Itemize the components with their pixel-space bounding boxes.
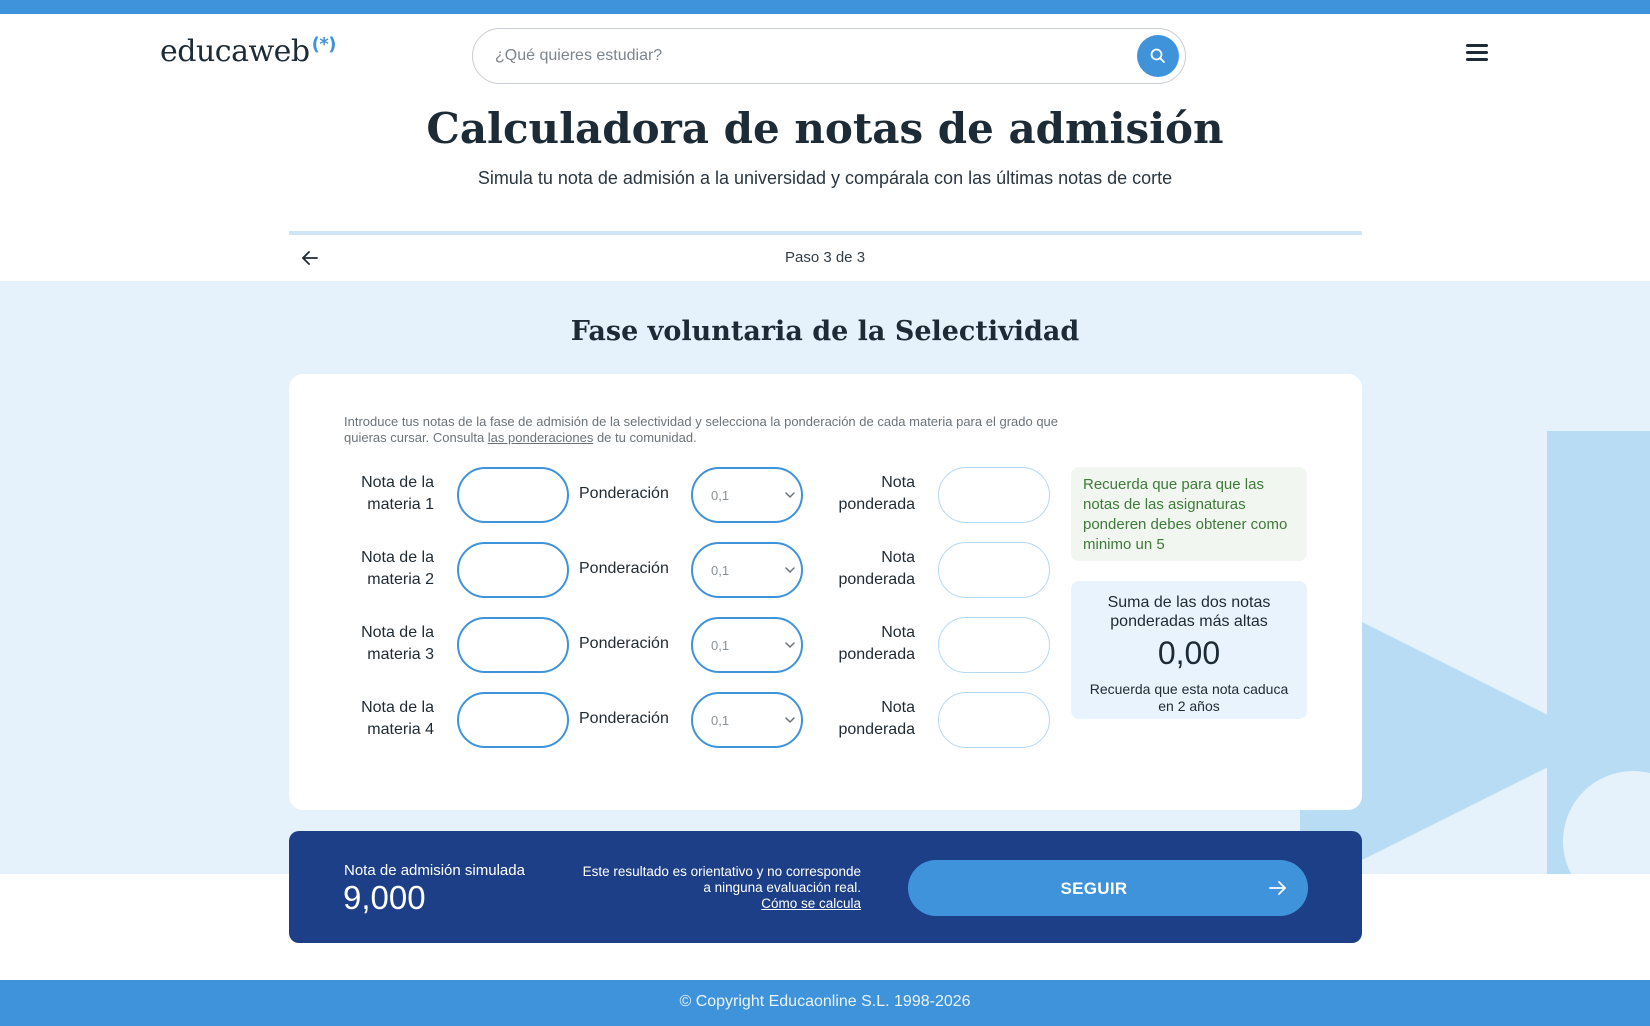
result-label: Nota de admisión simulada [344, 862, 525, 879]
minimum-grade-hint: Recuerda que para que las notas de las a… [1071, 467, 1307, 561]
arrow-right-icon [1269, 881, 1286, 895]
materia-label: Nota de la materia 1 [361, 474, 434, 513]
ponderacion-value: 0,1 [711, 563, 730, 578]
ponderacion-value: 0,1 [711, 488, 730, 503]
nota-ponderada-output [938, 617, 1050, 673]
page-title: Calculadora de notas de admisión [426, 104, 1224, 153]
seguir-label: SEGUIR [1060, 879, 1128, 898]
grade-row: Nota de la materia 3 Ponderación 0,1 Nota… [289, 617, 1050, 673]
hamburger-menu-icon[interactable] [1466, 44, 1488, 62]
chevron-down-icon [785, 492, 795, 498]
intro-text-end: de tu comunidad. [593, 430, 697, 445]
disclaimer-text: Este resultado es orientativo y no corre… [582, 864, 861, 895]
sum-box: Suma de las dos notas ponderadas más alt… [1071, 581, 1307, 719]
ponderacion-label: Ponderación [579, 635, 669, 652]
step-progress-bar [289, 231, 1362, 235]
result-bar: Nota de admisión simulada 9,000 Este res… [289, 831, 1362, 943]
chevron-down-icon [785, 567, 795, 573]
result-disclaimer: Este resultado es orientativo y no corre… [579, 864, 861, 912]
materia-label: Nota de la materia 4 [361, 699, 434, 738]
ponderaciones-link[interactable]: las ponderaciones [488, 430, 594, 445]
materia-label: Nota de la materia 3 [361, 624, 434, 663]
nota-ponderada-label: Nota ponderada [838, 624, 915, 663]
nota-ponderada-output [938, 692, 1050, 748]
sum-note: Recuerda que esta nota caduca en 2 años [1089, 681, 1289, 714]
footer: © Copyright Educaonline S.L. 1998-2026 [0, 980, 1650, 1026]
nota-ponderada-label: Nota ponderada [838, 474, 915, 513]
ponderacion-select[interactable]: 0,1 [691, 542, 803, 598]
chevron-down-icon [785, 642, 795, 648]
ponderacion-label: Ponderación [579, 485, 669, 502]
top-accent-bar [0, 0, 1650, 14]
ponderacion-value: 0,1 [711, 713, 730, 728]
step-progress-fill [289, 231, 1362, 235]
nota-ponderada-label: Nota ponderada [838, 699, 915, 738]
ponderacion-select[interactable]: 0,1 [691, 467, 803, 523]
nota-ponderada-output [938, 467, 1050, 523]
search-button[interactable] [1137, 35, 1179, 77]
step-indicator: Paso 3 de 3 [784, 249, 866, 266]
search-icon [1150, 48, 1165, 63]
materia-label: Nota de la materia 2 [361, 549, 434, 588]
materia-grade-input[interactable] [457, 542, 569, 598]
grade-row: Nota de la materia 4 Ponderación 0,1 Nota… [289, 692, 1050, 748]
ponderacion-label: Ponderación [579, 560, 669, 577]
como-se-calcula-link[interactable]: Cómo se calcula [761, 896, 861, 911]
grade-row: Nota de la materia 1 Ponderación 0,1 Nota… [289, 467, 1050, 523]
materia-grade-input[interactable] [457, 692, 569, 748]
result-value: 9,000 [343, 879, 426, 916]
ponderacion-label: Ponderación [579, 710, 669, 727]
grades-card: Introduce tus notas de la fase de admisi… [289, 374, 1362, 810]
search-input[interactable] [495, 41, 1095, 71]
nota-ponderada-output [938, 542, 1050, 598]
copyright-text: © Copyright Educaonline S.L. 1998-2026 [679, 993, 971, 1010]
educaweb-logo[interactable]: educaweb (*) [160, 34, 336, 69]
materia-grade-input[interactable] [457, 617, 569, 673]
ponderacion-value: 0,1 [711, 638, 730, 653]
sum-value: 0,00 [1157, 635, 1221, 671]
materia-grade-input[interactable] [457, 467, 569, 523]
intro-text-start: Introduce tus notas de la fase de admisi… [344, 414, 1059, 445]
seguir-button[interactable]: SEGUIR [908, 860, 1308, 916]
section-title: Fase voluntaria de la Selectividad [570, 316, 1080, 347]
ponderacion-select[interactable]: 0,1 [691, 617, 803, 673]
page-subtitle: Simula tu nota de admisión a la universi… [477, 168, 1173, 188]
grade-row: Nota de la materia 2 Ponderación 0,1 Nota… [289, 542, 1050, 598]
chevron-down-icon [785, 717, 795, 723]
logo-asterisk-icon: (*) [311, 34, 337, 55]
search-bar [472, 28, 1186, 84]
ponderacion-select[interactable]: 0,1 [691, 692, 803, 748]
sum-title: Suma de las dos notas ponderadas más alt… [1107, 594, 1271, 630]
intro-text: Introduce tus notas de la fase de admisi… [344, 414, 1064, 446]
logo-text: educaweb [160, 34, 310, 69]
nota-ponderada-label: Nota ponderada [838, 549, 915, 588]
